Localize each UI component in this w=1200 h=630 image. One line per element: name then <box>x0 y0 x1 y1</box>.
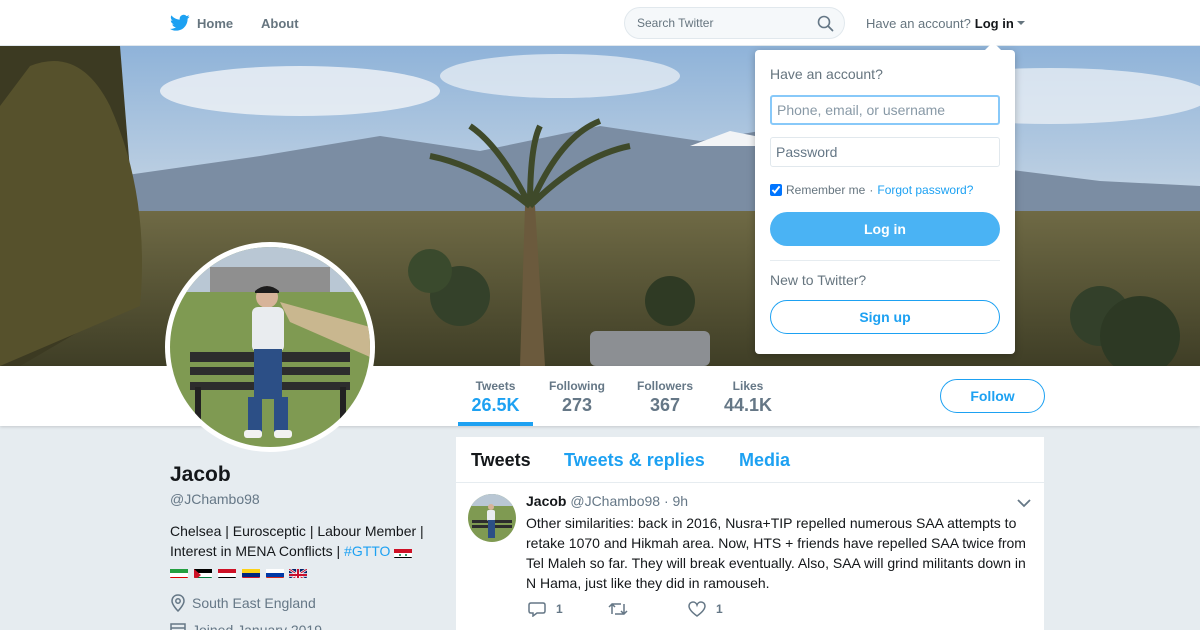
search-input[interactable] <box>637 8 812 38</box>
signup-button[interactable]: Sign up <box>770 300 1000 334</box>
stat-label: Likes <box>732 379 764 393</box>
stat-followers[interactable]: Followers 367 <box>632 366 698 426</box>
tweet-header: Jacob @JChambo98 · 9h <box>526 493 688 509</box>
retweet-icon <box>608 602 628 616</box>
account-question: Have an account? <box>866 15 971 31</box>
profile-name[interactable]: Jacob <box>170 463 231 487</box>
timeline: Tweets Tweets & replies Media Jacob @JCh… <box>456 437 1044 630</box>
twitter-bird-icon[interactable] <box>170 14 190 37</box>
tab-media[interactable]: Media <box>739 450 790 471</box>
stat-label: Followers <box>636 379 693 393</box>
stat-value: 26.5K <box>471 395 520 415</box>
dropdown-prompt: Have an account? <box>770 66 883 82</box>
profile-bio: Chelsea | Eurosceptic | Labour Member | … <box>170 521 440 581</box>
tweet-separator: · <box>663 493 669 509</box>
uk-flag-icon <box>289 566 308 579</box>
follow-button[interactable]: Follow <box>940 379 1045 413</box>
stat-tweets[interactable]: Tweets 26.5K <box>458 366 533 426</box>
stat-label: Tweets <box>475 379 516 393</box>
russia-flag-icon <box>265 566 284 579</box>
profile-avatar[interactable] <box>165 242 375 452</box>
tweet-actions: 1 1 <box>526 601 926 621</box>
joined-text: Joined January 2019 <box>192 622 322 630</box>
reply-count: 1 <box>556 602 563 616</box>
stat-label: Following <box>549 379 605 393</box>
profile-joined: Joined January 2019 <box>170 622 322 630</box>
timeline-tabs: Tweets Tweets & replies Media <box>456 437 1044 483</box>
top-nav: Home About Have an account? Log in <box>0 0 1200 46</box>
reply-button[interactable]: 1 <box>528 601 563 617</box>
calendar-icon <box>170 623 186 630</box>
yemen-flag-icon <box>217 566 236 579</box>
venezuela-flag-icon <box>241 566 260 579</box>
nav-login-link[interactable]: Log in <box>975 16 1014 31</box>
stat-likes[interactable]: Likes 44.1K <box>720 366 776 426</box>
tweet-text: Other similarities: back in 2016, Nusra+… <box>526 515 1026 591</box>
nav-about[interactable]: About <box>261 0 299 46</box>
syria-flag-icon <box>394 546 413 559</box>
tweet-author-handle[interactable]: @JChambo98 <box>570 493 660 509</box>
heart-icon <box>688 601 706 617</box>
retweet-button[interactable] <box>608 601 638 617</box>
profile-handle[interactable]: @JChambo98 <box>170 491 260 507</box>
tab-tweets-replies[interactable]: Tweets & replies <box>564 450 705 471</box>
stat-value: 367 <box>649 395 681 415</box>
divider <box>770 260 1000 261</box>
like-count: 1 <box>716 602 723 616</box>
tweet-avatar[interactable] <box>468 494 516 542</box>
username-field[interactable] <box>770 95 1000 125</box>
nav-home[interactable]: Home <box>197 0 233 46</box>
remember-separator: · <box>869 183 874 197</box>
remember-label[interactable]: Remember me <box>786 183 865 197</box>
password-field[interactable] <box>770 137 1000 167</box>
remember-row: Remember me · Forgot password? <box>770 183 973 197</box>
account-prompt: Have an account? Log in <box>866 0 1025 46</box>
reply-icon <box>528 602 546 617</box>
search-icon[interactable] <box>817 15 834 37</box>
tweet-time[interactable]: 9h <box>673 493 689 509</box>
stat-value: 273 <box>561 395 593 415</box>
location-text: South East England <box>192 595 316 611</box>
tweet-author-name[interactable]: Jacob <box>526 493 566 509</box>
tab-tweets[interactable]: Tweets <box>471 450 531 471</box>
profile-location: South East England <box>170 594 316 612</box>
stat-value: 44.1K <box>723 395 773 415</box>
new-to-twitter-prompt: New to Twitter? <box>770 272 867 288</box>
bio-hashtag[interactable]: #GTTO <box>344 543 390 559</box>
chevron-down-icon[interactable] <box>1016 21 1025 25</box>
login-dropdown: Have an account? Remember me · Forgot pa… <box>755 42 1015 354</box>
forgot-password-link[interactable]: Forgot password? <box>877 183 973 197</box>
chevron-down-icon[interactable] <box>1017 495 1031 513</box>
location-pin-icon <box>171 594 185 612</box>
search-box <box>624 7 845 39</box>
remember-checkbox[interactable] <box>770 184 782 196</box>
login-button[interactable]: Log in <box>770 212 1000 246</box>
stat-following[interactable]: Following 273 <box>544 366 610 426</box>
like-button[interactable]: 1 <box>688 601 723 617</box>
iran-flag-icon <box>170 566 188 579</box>
palestine-flag-icon <box>193 566 212 579</box>
